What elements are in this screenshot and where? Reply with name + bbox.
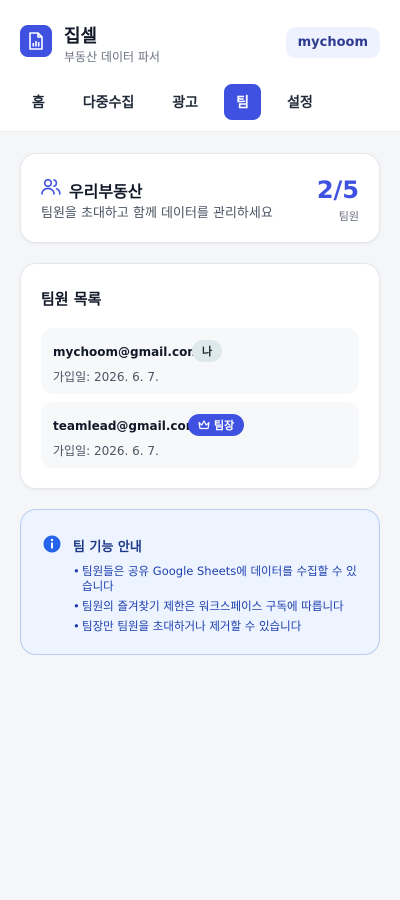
crown-icon [198,420,210,430]
tab-team[interactable]: 팀 [224,84,262,120]
tab-home[interactable]: 홈 [20,84,57,120]
user-account-button[interactable]: mychoom [285,27,380,58]
tab-settings[interactable]: 설정 [275,84,325,120]
app-subtitle: 부동산 데이터 파서 [64,50,160,64]
member-joined-date: 가입일: 2026. 6. 7. [53,370,159,384]
document-chart-icon [20,25,52,57]
team-summary-card: 우리부동산 팀원을 초대하고 함께 데이터를 관리하세요 2/5 팀원 [20,153,380,243]
tab-bar: 홈 다중수집 광고 팀 설정 [20,84,339,120]
member-row: mychoom@gmail.com 나 가입일: 2026. 6. 7. [41,328,359,394]
team-lead-badge-label: 팀장 [214,419,235,432]
info-item: 팀장만 팀원을 초대하거나 제거할 수 있습니다 [73,619,363,634]
team-info-panel: 팀 기능 안내 팀원들은 공유 Google Sheets에 데이터를 수집할 … [20,509,380,655]
member-list-card: 팀원 목록 mychoom@gmail.com 나 가입일: 2026. 6. … [20,263,380,489]
member-email: teamlead@gmail.com [53,419,199,433]
team-member-count-label: 팀원 [338,210,359,223]
member-list-title: 팀원 목록 [41,290,102,308]
info-title: 팀 기능 안내 [73,540,142,555]
member-email: mychoom@gmail.com [53,345,200,359]
app-title: 집셀 [64,26,98,47]
tab-ads[interactable]: 광고 [160,84,210,120]
info-list: 팀원들은 공유 Google Sheets에 데이터를 수집할 수 있습니다 팀… [73,564,363,639]
member-row: teamlead@gmail.com 팀장 가입일: 2026. 6. 7. [41,402,359,468]
team-description: 팀원을 초대하고 함께 데이터를 관리하세요 [41,206,273,221]
me-badge: 나 [192,340,223,362]
info-icon [43,535,61,557]
team-name: 우리부동산 [69,182,143,201]
app-header: 집셀 부동산 데이터 파서 mychoom 홈 다중수집 광고 팀 설정 [0,0,400,132]
info-item: 팀원들은 공유 Google Sheets에 데이터를 수집할 수 있습니다 [73,564,363,594]
team-lead-badge: 팀장 [188,414,245,436]
team-member-count: 2/5 [316,176,359,204]
member-joined-date: 가입일: 2026. 6. 7. [53,444,159,458]
info-item: 팀원의 즐겨찾기 제한은 워크스페이스 구독에 따릅니다 [73,599,363,614]
tab-multi-collect[interactable]: 다중수집 [71,84,147,120]
users-icon [41,178,61,200]
